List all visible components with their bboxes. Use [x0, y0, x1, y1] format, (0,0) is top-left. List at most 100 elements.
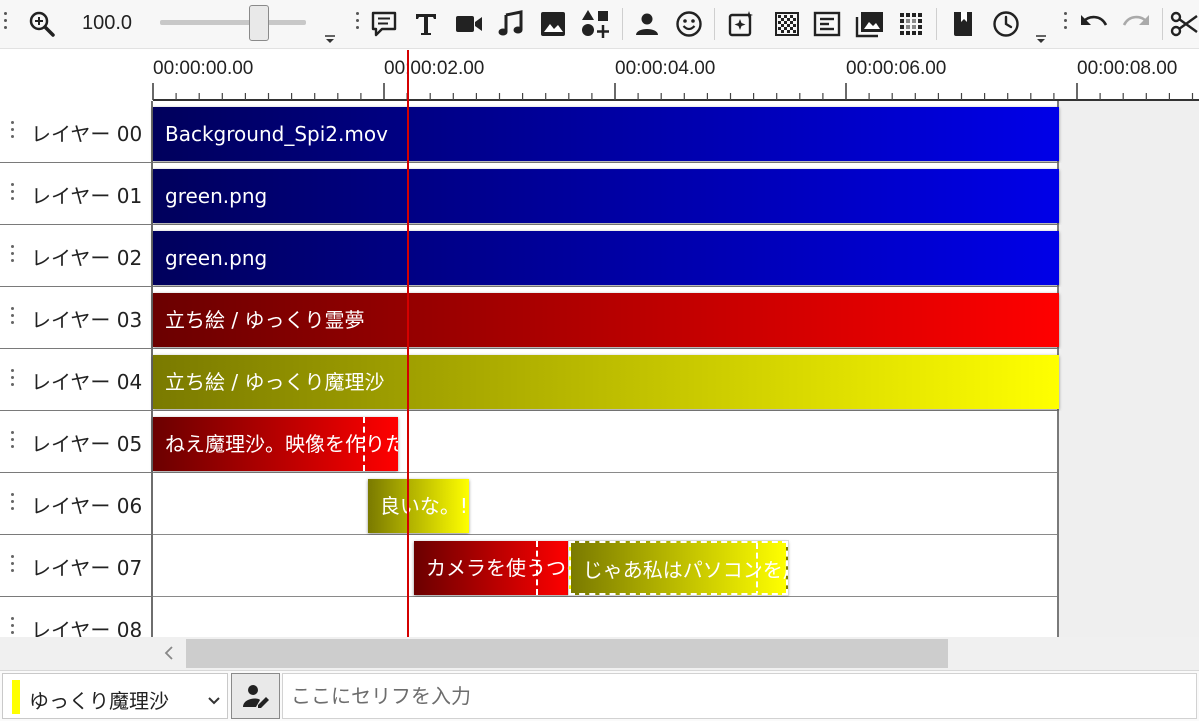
text-icon[interactable]: [409, 0, 443, 48]
character-color-swatch: [12, 680, 20, 714]
clip-split-marker: [363, 417, 366, 471]
clip-split-marker: [755, 543, 758, 593]
time-ruler[interactable]: 00:00:00.00 00:00:02.00 00:00:04.00 00:00:0…: [0, 49, 1199, 101]
layer-row: レイヤー 01 green.png: [0, 163, 1199, 225]
layer-row: レイヤー 08: [0, 597, 1199, 637]
character-select[interactable]: ゆっくり魔理沙: [2, 673, 228, 719]
layer-header[interactable]: レイヤー 02: [0, 225, 153, 287]
image-icon[interactable]: [536, 0, 570, 48]
layer-row: レイヤー 00 Background_Spi2.mov: [0, 101, 1199, 163]
zoom-slider-thumb[interactable]: [249, 5, 270, 41]
layer-header[interactable]: レイヤー 00: [0, 101, 153, 163]
timeline-end-region: [1057, 349, 1199, 411]
layer-name: レイヤー 04: [31, 370, 143, 394]
layer-header[interactable]: レイヤー 03: [0, 287, 153, 349]
layer-drag-handle[interactable]: [11, 183, 15, 204]
timeline-clip[interactable]: 立ち絵 / ゆっくり霊夢: [153, 293, 1059, 347]
layer-name: レイヤー 01: [31, 184, 143, 208]
layer-name: レイヤー 00: [31, 122, 143, 146]
timeline-clip[interactable]: Background_Spi2.mov: [153, 107, 1059, 161]
layer-name: レイヤー 08: [31, 618, 143, 637]
playhead[interactable]: [407, 50, 410, 638]
layer-drag-handle[interactable]: [11, 245, 15, 266]
bookmark-icon[interactable]: [946, 0, 980, 48]
overflow-chevron-icon[interactable]: [325, 30, 335, 43]
ruler-time-label: 00:00:04.00: [615, 58, 716, 79]
toolbar-grip[interactable]: [4, 12, 8, 36]
timeline-clip[interactable]: カメラを使うつもりだぜ: [414, 541, 569, 595]
scroll-left-arrow-icon[interactable]: [160, 643, 180, 663]
text-balloon-icon[interactable]: [367, 0, 401, 48]
timeline-clip[interactable]: じゃあ私はパソコンを用意するね: [567, 540, 790, 596]
layer-header[interactable]: レイヤー 08: [0, 597, 153, 637]
layer-header[interactable]: レイヤー 01: [0, 163, 153, 225]
timeline-end-region: [1057, 287, 1199, 349]
layer-row: レイヤー 03 立ち絵 / ゆっくり霊夢: [0, 287, 1199, 349]
redo-icon[interactable]: [1118, 0, 1154, 48]
layer-name: レイヤー 02: [31, 246, 143, 270]
layer-lane[interactable]: [153, 473, 1057, 535]
zoom-icon[interactable]: [24, 0, 60, 48]
layer-drag-handle[interactable]: [11, 431, 15, 452]
layer-drag-handle[interactable]: [11, 121, 15, 142]
ruler-time-label: 00:00:06.00: [846, 58, 947, 79]
gallery-icon[interactable]: [853, 0, 887, 48]
scroll-thumb[interactable]: [186, 639, 948, 668]
toolbar-grip[interactable]: [356, 12, 360, 36]
layer-row: レイヤー 06 良いな。!: [0, 473, 1199, 535]
timeline-end-region: [1057, 473, 1199, 535]
layer-drag-handle[interactable]: [11, 493, 15, 514]
checker-icon[interactable]: [770, 0, 804, 48]
align-icon[interactable]: [810, 0, 844, 48]
toolbar: 100.0: [0, 0, 1199, 49]
layer-header[interactable]: レイヤー 06: [0, 473, 153, 535]
timeline-clip[interactable]: ねえ魔理沙。映像を作りたいんだけど: [153, 417, 398, 471]
music-note-icon[interactable]: [494, 0, 528, 48]
layer-lane[interactable]: [153, 597, 1057, 637]
emoji-icon[interactable]: [672, 0, 706, 48]
timeline-clip[interactable]: 良いな。!: [367, 479, 470, 533]
toolbar-separator: [714, 8, 715, 40]
timeline-clip[interactable]: green.png: [153, 231, 1059, 285]
zoom-slider-track[interactable]: [160, 20, 306, 25]
timeline-end-region: [1057, 163, 1199, 225]
timeline-tracks: レイヤー 00 Background_Spi2.mov レイヤー 01 green.p…: [0, 101, 1199, 637]
timeline-end-region: [1057, 535, 1199, 597]
layer-drag-handle[interactable]: [11, 617, 15, 637]
video-icon[interactable]: [451, 0, 487, 48]
layer-drag-handle[interactable]: [11, 307, 15, 328]
layer-row: レイヤー 04 立ち絵 / ゆっくり魔理沙: [0, 349, 1199, 411]
serif-input[interactable]: [282, 673, 1197, 719]
voice-settings-button[interactable]: [231, 673, 280, 719]
layer-row: レイヤー 05 ねえ魔理沙。映像を作りたいんだけど: [0, 411, 1199, 473]
zoom-value: 100.0: [82, 12, 133, 34]
character-name: ゆっくり魔理沙: [29, 689, 169, 713]
layer-header[interactable]: レイヤー 04: [0, 349, 153, 411]
chevron-down-icon: [207, 691, 221, 710]
timeline-clip[interactable]: green.png: [153, 169, 1059, 223]
undo-icon[interactable]: [1076, 0, 1112, 48]
layer-row: レイヤー 07 カメラを使うつもりだぜじゃあ私はパソコンを用意するね: [0, 535, 1199, 597]
toolbar-grip[interactable]: [1064, 12, 1068, 36]
layer-drag-handle[interactable]: [11, 555, 15, 576]
layer-row: レイヤー 02 green.png: [0, 225, 1199, 287]
effect-icon[interactable]: [724, 0, 758, 48]
character-icon[interactable]: [630, 0, 664, 48]
shapes-icon[interactable]: [577, 0, 615, 48]
timeline-clip[interactable]: 立ち絵 / ゆっくり魔理沙: [153, 355, 1059, 409]
layer-header[interactable]: レイヤー 05: [0, 411, 153, 473]
layer-drag-handle[interactable]: [11, 369, 15, 390]
layer-header[interactable]: レイヤー 07: [0, 535, 153, 597]
clock-icon[interactable]: [988, 0, 1024, 48]
timeline-end-region: [1057, 225, 1199, 287]
timeline-horizontal-scrollbar[interactable]: [0, 637, 1199, 670]
timeline-end-region: [1057, 597, 1199, 637]
layer-name: レイヤー 06: [31, 494, 143, 518]
layer-name: レイヤー 07: [31, 556, 143, 580]
mosaic-icon[interactable]: [894, 0, 928, 48]
timeline-end-region: [1057, 411, 1199, 473]
overflow-chevron-icon[interactable]: [1036, 30, 1046, 43]
toolbar-separator: [622, 8, 623, 40]
scissors-icon[interactable]: [1168, 0, 1199, 48]
person-edit-icon: [242, 685, 269, 708]
